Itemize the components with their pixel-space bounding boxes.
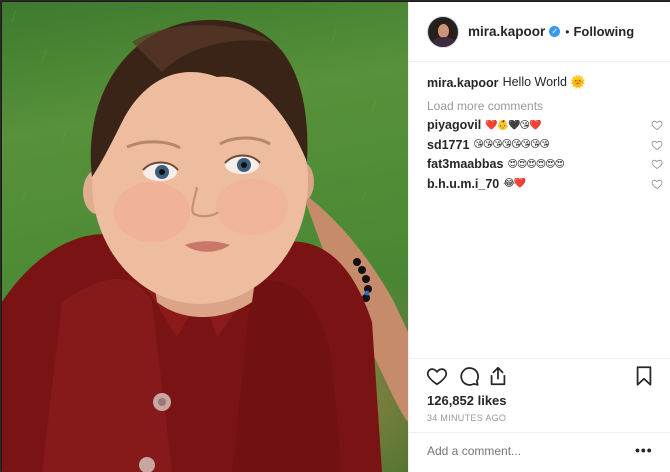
verified-badge-icon: ✓: [549, 26, 561, 37]
share-icon[interactable]: [487, 365, 509, 387]
caption-text: Hello World 🌞: [502, 75, 586, 90]
comments-list: mira.kapoor Hello World 🌞 Load more comm…: [427, 66, 663, 194]
add-comment-input[interactable]: [427, 443, 627, 459]
action-bar: [409, 365, 670, 391]
baby-photo-illustration: [2, 9, 408, 472]
comment-row: b.h.u.m.i_70 😂❤️: [427, 174, 663, 194]
like-comment-heart-icon[interactable]: [651, 139, 663, 151]
comment-row: sd1771 😘😘😘😘😘😘😘😘: [427, 135, 663, 155]
avatar[interactable]: [427, 15, 459, 48]
load-more-comments-link[interactable]: Load more comments: [427, 97, 663, 116]
caption-username[interactable]: mira.kapoor: [427, 76, 499, 90]
post-window: mira.kapoor ✓ • Following mira.kapoor He…: [0, 0, 670, 472]
actions-divider: [409, 358, 670, 359]
caption: mira.kapoor Hello World 🌞: [427, 73, 663, 93]
comment-bubble-icon[interactable]: [458, 365, 480, 387]
separator-dot: •: [565, 24, 570, 39]
comment-row: piyagovil ❤️👶🖤😘❤️: [427, 116, 663, 136]
post-header: mira.kapoor ✓ • Following: [409, 2, 670, 62]
post-details-panel: mira.kapoor ✓ • Following mira.kapoor He…: [408, 2, 670, 472]
comment-input-divider: [409, 432, 670, 433]
more-options-icon[interactable]: •••: [635, 442, 653, 458]
header-username[interactable]: mira.kapoor: [468, 24, 545, 39]
comment-text: 😍😍😍😍😍😍: [507, 158, 565, 170]
like-heart-icon[interactable]: [426, 365, 448, 387]
comment-text: 😘😘😘😘😘😘😘😘: [473, 139, 549, 151]
post-photo[interactable]: [2, 2, 408, 472]
comment-row: fat3maabbas 😍😍😍😍😍😍: [427, 155, 663, 175]
post-timestamp: 34 MINUTES AGO: [427, 413, 507, 423]
comment-username[interactable]: b.h.u.m.i_70: [427, 177, 499, 191]
bookmark-icon[interactable]: [633, 365, 655, 387]
following-button[interactable]: Following: [573, 24, 634, 39]
likes-count[interactable]: 126,852 likes: [427, 393, 507, 408]
like-comment-heart-icon[interactable]: [651, 158, 663, 170]
like-comment-heart-icon[interactable]: [651, 178, 663, 190]
comment-text: ❤️👶🖤😘❤️: [485, 119, 541, 131]
like-comment-heart-icon[interactable]: [651, 119, 663, 131]
comment-username[interactable]: sd1771: [427, 138, 469, 152]
comment-text: 😂❤️: [503, 178, 526, 190]
comment-username[interactable]: piyagovil: [427, 118, 481, 132]
comment-username[interactable]: fat3maabbas: [427, 157, 503, 171]
